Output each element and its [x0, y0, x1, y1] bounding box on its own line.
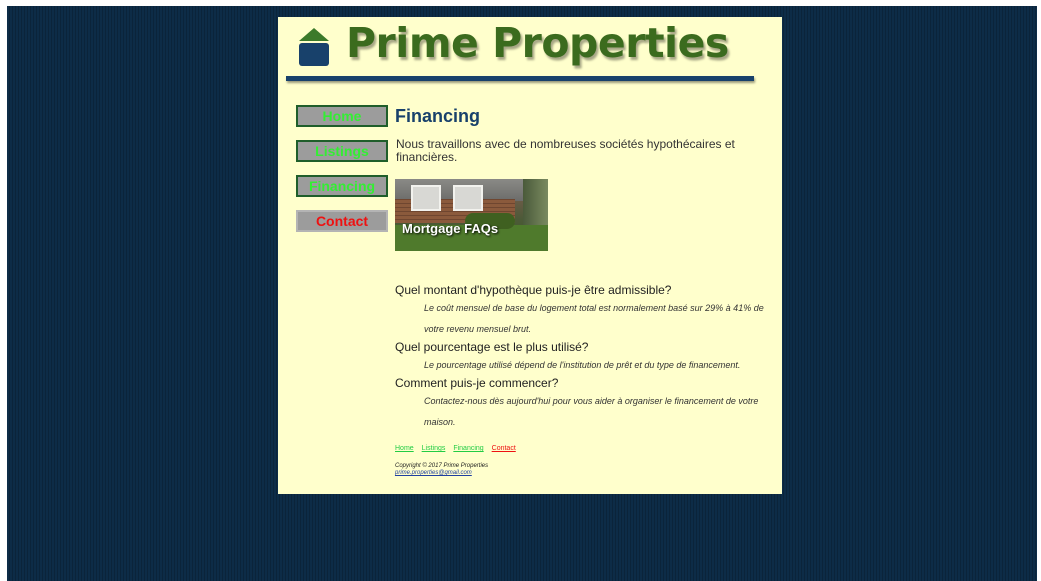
- window-edge-top: [0, 0, 1041, 6]
- window-edge-right: [1037, 0, 1041, 581]
- main-nav: Home Listings Financing Contact: [296, 105, 388, 245]
- faq-list: Quel montant d'hypothèque puis-je être a…: [395, 283, 775, 433]
- faq-question: Quel pourcentage est le plus utilisé?: [395, 340, 589, 354]
- intro-text: Nous travaillons avec de nombreuses soci…: [396, 137, 735, 164]
- faq-answer: Le coût mensuel de base du logement tota…: [424, 303, 764, 334]
- copyright-text: Copyright © 2017 Prime Properties: [395, 463, 489, 469]
- nav-listings-button[interactable]: Listings: [296, 140, 388, 162]
- nav-financing-button[interactable]: Financing: [296, 175, 388, 197]
- mortgage-faqs-banner: Mortgage FAQs: [395, 179, 548, 251]
- footer-email-link[interactable]: prime.properties@gmail.com: [395, 470, 488, 477]
- footer-link-financing[interactable]: Financing: [453, 445, 483, 452]
- site-title: Prime Properties: [346, 19, 729, 67]
- footer-link-listings[interactable]: Listings: [422, 445, 446, 452]
- main-content: Financing Nous travaillons avec de nombr…: [395, 105, 775, 476]
- site-header: Prime Properties: [278, 17, 782, 89]
- page-heading: Financing: [395, 106, 480, 126]
- faq-answer: Le pourcentage utilisé dépend de l'insti…: [424, 360, 741, 370]
- banner-window: [453, 185, 483, 211]
- window-edge-left: [0, 0, 7, 581]
- page-container: Prime Properties Home Listings Financing…: [278, 17, 782, 494]
- nav-contact-button[interactable]: Contact: [296, 210, 388, 232]
- house-icon: [299, 28, 329, 66]
- faq-answer: Contactez-nous dès aujourd'hui pour vous…: [424, 396, 759, 427]
- footer-link-home[interactable]: Home: [395, 445, 414, 452]
- footer-link-contact[interactable]: Contact: [492, 445, 516, 452]
- faq-question: Comment puis-je commencer?: [395, 376, 559, 390]
- banner-window: [411, 185, 441, 211]
- nav-home-button[interactable]: Home: [296, 105, 388, 127]
- footer-nav: Home Listings Financing Contact: [395, 445, 522, 452]
- banner-caption: Mortgage FAQs: [402, 221, 499, 236]
- footer-copyright: Copyright © 2017 Prime Properties prime.…: [395, 463, 488, 477]
- faq-question: Quel montant d'hypothèque puis-je être a…: [395, 283, 672, 297]
- header-divider: [286, 76, 754, 81]
